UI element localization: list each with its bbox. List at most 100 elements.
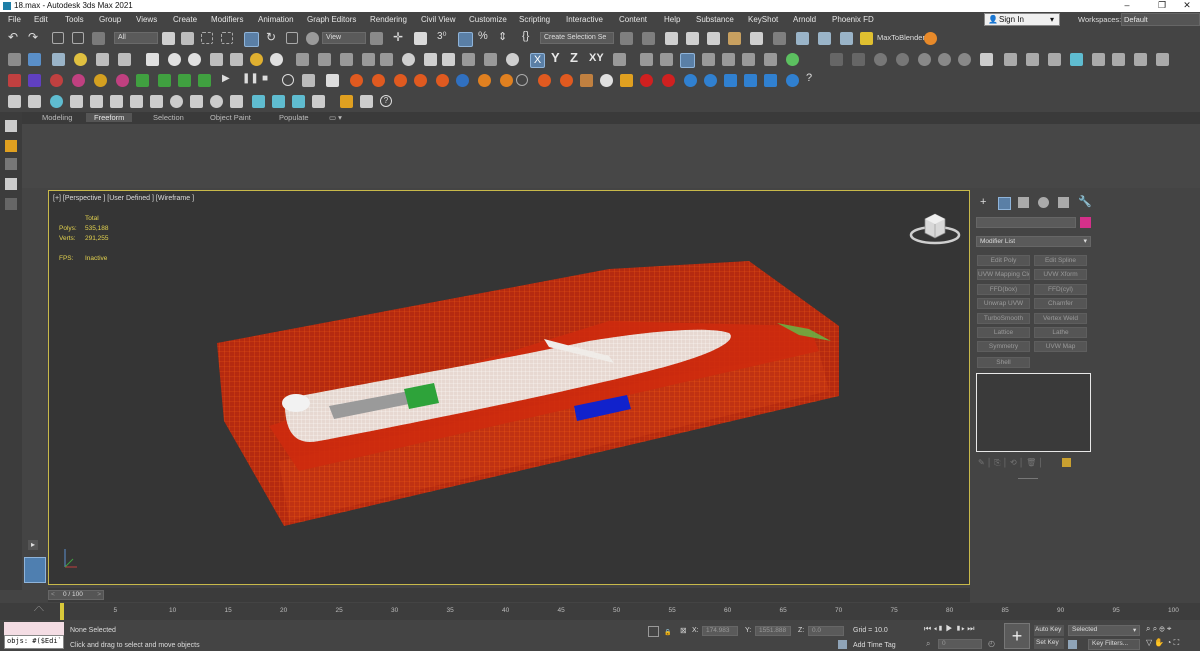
row3-icon-32[interactable]	[662, 74, 675, 87]
modifier-ffd-box-button[interactable]: FFD(box)	[977, 284, 1030, 295]
keyboard-shortcut-override-icon[interactable]	[414, 32, 427, 45]
tool-icon-13[interactable]	[296, 53, 309, 66]
named-selection-dropdown[interactable]: Create Selection Se	[540, 32, 614, 44]
selection-filter-dropdown[interactable]: All	[114, 32, 158, 44]
tool-icon-22[interactable]	[484, 53, 497, 66]
select-and-manipulate-icon[interactable]: ✛	[393, 30, 406, 44]
max-to-blender-icon[interactable]	[860, 32, 873, 45]
modifier-edit-poly-button[interactable]: Edit Poly	[977, 255, 1030, 266]
isolate-selection-icon[interactable]	[648, 626, 659, 637]
tool-icon-14[interactable]	[318, 53, 331, 66]
row4-icon-3[interactable]	[50, 95, 63, 108]
modifier-turbosmooth-button[interactable]: TurboSmooth	[977, 313, 1030, 324]
key-filters-button[interactable]: Key Filters...	[1088, 639, 1140, 650]
row4-icon-16[interactable]	[312, 95, 325, 108]
modifier-stack-list[interactable]	[976, 373, 1091, 452]
tool-icon-23[interactable]	[506, 53, 519, 66]
row3-icon-6[interactable]	[116, 74, 129, 87]
cone-icon[interactable]	[230, 53, 243, 66]
row3-icon-22[interactable]	[456, 74, 469, 87]
axis-x-button[interactable]: X	[530, 53, 545, 68]
row4-icon-11[interactable]	[210, 95, 223, 108]
cylinder-icon[interactable]	[210, 53, 223, 66]
row4-icon-4[interactable]	[70, 95, 83, 108]
fire-icon-4[interactable]	[414, 74, 427, 87]
play-icon[interactable]: ▶	[222, 73, 235, 86]
menu-content[interactable]: Content	[619, 15, 647, 24]
z-coordinate-field[interactable]: 0.0	[808, 626, 844, 636]
tool-icon-49[interactable]	[1092, 53, 1105, 66]
rectangular-selection-icon[interactable]	[201, 32, 213, 44]
viewport-layout-icon[interactable]	[24, 557, 46, 583]
fire-icon-5[interactable]	[436, 74, 449, 87]
tool-icon-29[interactable]	[640, 53, 653, 66]
perspective-viewport[interactable]: [+] [Perspective ] [User Defined ] [Wire…	[48, 190, 970, 585]
layer-toggle-icon[interactable]	[5, 140, 17, 152]
modifier-lattice-button[interactable]: Lattice	[977, 327, 1030, 338]
menu-animation[interactable]: Animation	[258, 15, 294, 24]
menu-help[interactable]: Help	[664, 15, 680, 24]
row4-icon-12[interactable]	[230, 95, 243, 108]
orbit-icons[interactable]: ▽ ✋ ◔ ⛶	[1146, 638, 1179, 648]
row3-icon-33[interactable]	[684, 74, 697, 87]
zoom-pan-icons[interactable]: ⌕ ⌕ ⊕ ⌖	[1146, 624, 1171, 634]
modifier-list-dropdown[interactable]: Modifier List ▾	[976, 236, 1091, 247]
row4-icon-10[interactable]	[190, 95, 203, 108]
tool-icon-42[interactable]	[938, 53, 951, 66]
row3-icon-10[interactable]	[198, 74, 211, 87]
mirror-icon[interactable]	[620, 32, 633, 45]
tool-icon-39[interactable]	[874, 53, 887, 66]
bind-space-warp-icon[interactable]	[92, 32, 105, 45]
menu-graph-editors[interactable]: Graph Editors	[307, 15, 356, 24]
pivot-center-icon[interactable]	[370, 32, 383, 45]
layer-explorer-icon[interactable]	[686, 32, 699, 45]
tool-icon-47[interactable]	[1048, 53, 1061, 66]
torus-icon[interactable]	[270, 53, 283, 66]
lock-icon[interactable]: 🔒	[664, 629, 671, 636]
close-button[interactable]: ✕	[1174, 0, 1200, 11]
strip-icon-4[interactable]	[5, 178, 17, 190]
tool-icon-32[interactable]	[702, 53, 715, 66]
row4-icon-15[interactable]	[292, 95, 305, 108]
row3-icon-28[interactable]	[580, 74, 593, 87]
snaps-toggle-icon[interactable]: 3⁰	[437, 31, 450, 44]
workspace-dropdown[interactable]: Default	[1121, 13, 1200, 26]
modify-tab-icon[interactable]	[998, 197, 1011, 210]
menu-modifiers[interactable]: Modifiers	[211, 15, 243, 24]
x-coordinate-field[interactable]: 174.983	[702, 626, 738, 636]
spinner-snap-icon[interactable]: ⇕	[498, 30, 511, 43]
row3-icon-23[interactable]	[478, 74, 491, 87]
tool-icon-34[interactable]	[742, 53, 755, 66]
add-time-tag[interactable]: Add Time Tag	[853, 642, 896, 649]
modifier-ffd-cyl-button[interactable]: FFD(cyl)	[1034, 284, 1087, 295]
select-object-icon[interactable]	[162, 32, 175, 45]
modifier-lathe-button[interactable]: Lathe	[1034, 327, 1087, 338]
tool-icon-44[interactable]	[980, 53, 993, 66]
row3-icon-35[interactable]	[724, 74, 737, 87]
curve-editor-icon[interactable]	[728, 32, 741, 45]
current-time-marker[interactable]	[60, 603, 64, 620]
row4-icon-6[interactable]	[110, 95, 123, 108]
row3-icon-31[interactable]	[640, 74, 653, 87]
minimize-button[interactable]: –	[1114, 0, 1140, 10]
tool-icon-20[interactable]	[442, 53, 455, 66]
modifier-uvw-mapping-clear-button[interactable]: UVW Mapping Cle	[977, 269, 1030, 280]
help-icon[interactable]: ?	[806, 72, 819, 85]
row3-icon-5[interactable]	[94, 74, 107, 87]
menu-edit[interactable]: Edit	[34, 15, 48, 24]
absolute-mode-icon[interactable]: ⊠	[680, 626, 687, 635]
reference-coordinate-dropdown[interactable]: View	[322, 32, 366, 44]
tool-icon-37[interactable]	[830, 53, 843, 66]
row3-icon-2[interactable]	[28, 74, 41, 87]
maxscript-listener-mini[interactable]: objs: #($Edi`	[4, 622, 64, 649]
object-color-swatch[interactable]	[1080, 217, 1091, 228]
tab-selection[interactable]: Selection	[153, 113, 184, 122]
tool-icon-46[interactable]	[1026, 53, 1039, 66]
schematic-view-icon[interactable]	[750, 32, 763, 45]
tool-icon-48[interactable]	[1070, 53, 1083, 66]
tab-freeform[interactable]: Freeform	[86, 113, 133, 122]
menu-tools[interactable]: Tools	[65, 15, 84, 24]
row3-icon-1[interactable]	[8, 74, 21, 87]
display-tab-icon[interactable]	[1058, 197, 1069, 208]
select-and-scale-icon[interactable]	[286, 32, 298, 44]
